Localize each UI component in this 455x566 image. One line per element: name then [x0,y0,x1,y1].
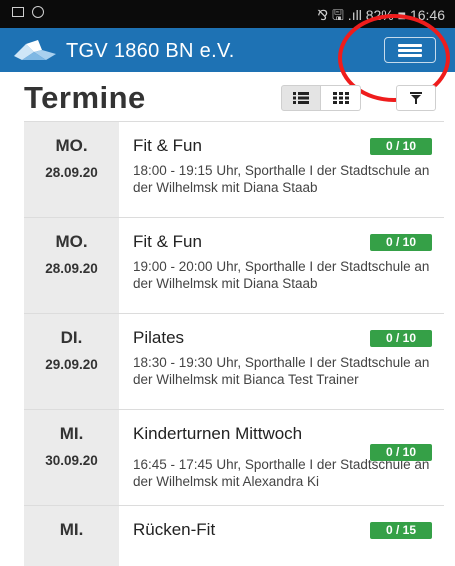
menu-bar-icon [398,49,422,52]
event-date-column: DI. 29.09.20 [24,314,119,409]
menu-bar-icon [398,44,422,47]
event-info: Fit & Fun 18:00 - 19:15 Uhr, Sporthalle … [119,122,444,217]
event-course-name: Kinderturnen Mittwoch [133,424,303,443]
hamburger-menu-button[interactable] [384,37,436,63]
status-text: ⅋ 🖫 .ıll 82% ■ 16:46 [317,7,445,23]
event-date-column: MI. 30.09.20 [24,410,119,505]
view-toggle-group [281,85,361,111]
event-row[interactable]: MI. Rücken-Fit 0 / 15 [24,505,444,566]
event-date-column: MI. [24,506,119,566]
event-description: 18:00 - 19:15 Uhr, Sporthalle I der Stad… [133,163,430,195]
event-date: 30.09.20 [45,453,98,468]
event-date: 28.09.20 [45,165,98,180]
capacity-badge: 0 / 10 [370,330,432,347]
event-info: Pilates 18:30 - 19:30 Uhr, Sporthalle I … [119,314,444,409]
app-header: TGV 1860 BN e.V. [0,28,455,72]
event-day: DI. [60,328,83,347]
event-description: 19:00 - 20:00 Uhr, Sporthalle I der Stad… [133,259,430,291]
event-day: MI. [59,520,84,539]
event-list: MO. 28.09.20 Fit & Fun 18:00 - 19:15 Uhr… [24,121,444,566]
event-row[interactable]: MO. 28.09.20 Fit & Fun 18:00 - 19:15 Uhr… [24,121,444,217]
event-description: 18:30 - 19:30 Uhr, Sporthalle I der Stad… [133,355,430,387]
notification-icon [32,6,44,18]
menu-bar-icon [398,54,422,57]
capacity-badge: 0 / 10 [370,444,432,461]
capacity-badge: 0 / 15 [370,522,432,539]
event-date: 29.09.20 [45,357,98,372]
event-row[interactable]: MI. 30.09.20 Kinderturnen Mittwoch 16:45… [24,409,444,505]
club-logo-icon[interactable] [12,38,58,62]
event-date-column: MO. 28.09.20 [24,122,119,217]
app-title: TGV 1860 BN e.V. [66,40,235,62]
list-view-button[interactable] [281,85,321,111]
event-info: Fit & Fun 19:00 - 20:00 Uhr, Sporthalle … [119,218,444,313]
list-view-icon [293,92,309,104]
capacity-badge: 0 / 10 [370,234,432,251]
event-day: MI. [59,424,84,443]
filter-button[interactable] [396,85,436,111]
event-description: 16:45 - 17:45 Uhr, Sporthalle I der Stad… [133,457,430,489]
status-indicators: ⅋ 🖫 .ıll 82% ■ 16:46 [317,5,445,29]
filter-icon [410,92,422,104]
event-date-column: MO. 28.09.20 [24,218,119,313]
capacity-badge: 0 / 10 [370,138,432,155]
event-day: MO. [55,136,88,155]
status-bar: ⅋ 🖫 .ıll 82% ■ 16:46 [0,0,455,28]
event-info: Rücken-Fit 0 / 15 [119,506,444,566]
status-notification-icons [12,6,44,18]
page-title: Termine [24,80,146,115]
event-row[interactable]: DI. 29.09.20 Pilates 18:30 - 19:30 Uhr, … [24,313,444,409]
event-row[interactable]: MO. 28.09.20 Fit & Fun 19:00 - 20:00 Uhr… [24,217,444,313]
grid-view-icon [332,92,349,104]
event-date: 28.09.20 [45,261,98,276]
message-icon [12,7,24,17]
event-info: Kinderturnen Mittwoch 16:45 - 17:45 Uhr,… [119,410,444,505]
event-day: MO. [55,232,88,251]
grid-view-button[interactable] [321,85,361,111]
